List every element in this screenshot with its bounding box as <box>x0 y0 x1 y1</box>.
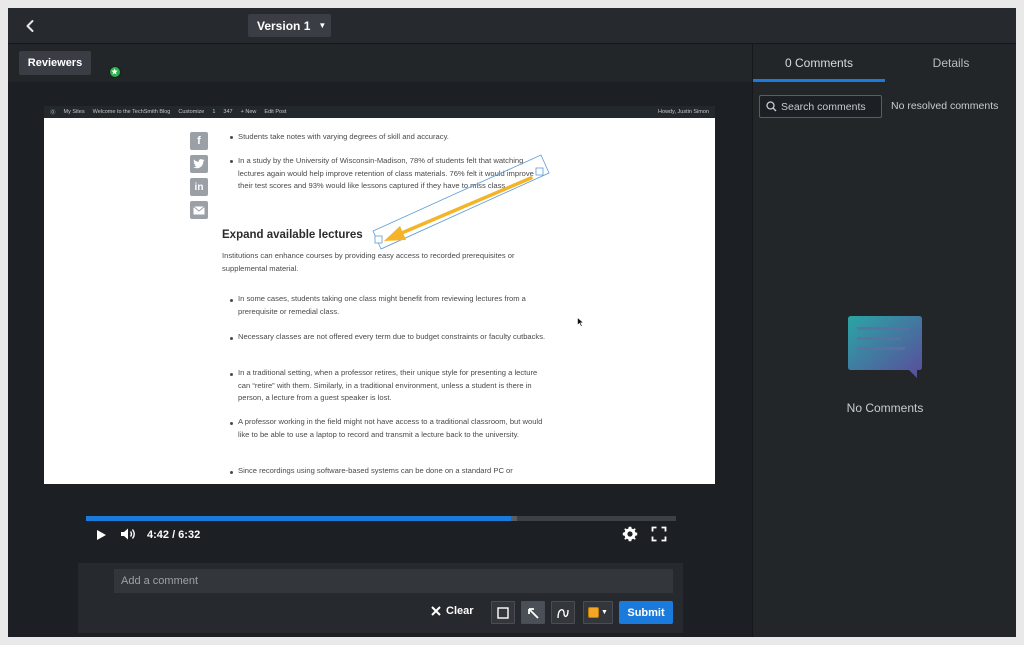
tab-comments[interactable]: 0 Comments <box>753 44 885 82</box>
video-frame[interactable]: ⓪ My Sites Welcome to the TechSmith Blog… <box>44 106 715 484</box>
playback-progress-bar[interactable] <box>86 516 676 521</box>
back-button[interactable] <box>20 16 40 36</box>
caret-down-icon: ▼ <box>601 609 608 616</box>
reviewer-avatar[interactable] <box>109 66 121 78</box>
progress-fill <box>86 516 511 521</box>
search-icon <box>766 101 777 112</box>
chevron-left-icon <box>26 20 34 32</box>
search-input[interactable] <box>781 100 877 113</box>
fullscreen-icon <box>651 526 667 542</box>
resolved-comments-status: No resolved comments <box>891 100 999 112</box>
square-icon <box>497 606 509 619</box>
arrow-annotation[interactable] <box>44 106 715 484</box>
settings-button[interactable] <box>622 526 638 547</box>
rectangle-tool-button[interactable] <box>491 601 515 624</box>
active-tab-indicator <box>753 79 885 82</box>
fullscreen-button[interactable] <box>651 526 667 547</box>
top-bar: Version 1 ▼ <box>8 8 1016 44</box>
close-icon <box>431 606 441 616</box>
comments-panel: 0 Comments Details No resolved comments … <box>752 44 1016 637</box>
search-comments-box[interactable] <box>759 95 882 118</box>
comment-composer: Clear ▼ Submit <box>78 563 683 633</box>
tab-details[interactable]: Details <box>885 44 1016 82</box>
mouse-cursor-icon <box>577 317 585 327</box>
star-icon <box>111 68 118 75</box>
play-button[interactable] <box>95 528 107 546</box>
freehand-tool-button[interactable] <box>551 601 575 624</box>
color-picker-button[interactable]: ▼ <box>583 601 613 624</box>
color-swatch <box>588 607 600 618</box>
arrow-icon <box>384 176 533 241</box>
reviewers-button[interactable]: Reviewers <box>19 51 91 75</box>
review-app: Version 1 ▼ Reviewers ⓪ My Sites Welcome… <box>8 8 1016 637</box>
comment-bubble-icon <box>848 316 922 378</box>
arrow-tool-button[interactable] <box>521 601 545 624</box>
playback-time: 4:42 / 6:32 <box>147 529 201 541</box>
submit-button[interactable]: Submit <box>619 601 673 624</box>
volume-button[interactable] <box>120 527 138 546</box>
play-icon <box>97 530 106 540</box>
curve-icon <box>557 608 569 618</box>
gear-icon <box>622 526 638 542</box>
reviewers-bar: Reviewers <box>8 44 752 82</box>
empty-state-text: No Comments <box>846 401 924 415</box>
comment-input[interactable] <box>114 569 673 593</box>
media-area: Reviewers ⓪ My Sites Welcome to the Tech… <box>8 44 752 637</box>
version-label: Version 1 <box>257 18 311 33</box>
arrow-up-left-icon <box>528 607 539 619</box>
caret-down-icon: ▼ <box>318 21 327 30</box>
panel-tabs: 0 Comments Details <box>753 44 1016 82</box>
version-selector[interactable]: Version 1 ▼ <box>248 14 331 37</box>
progress-buffer <box>510 516 517 521</box>
clear-label: Clear <box>446 605 474 617</box>
clear-button[interactable]: Clear <box>431 601 474 621</box>
volume-icon <box>121 528 135 540</box>
